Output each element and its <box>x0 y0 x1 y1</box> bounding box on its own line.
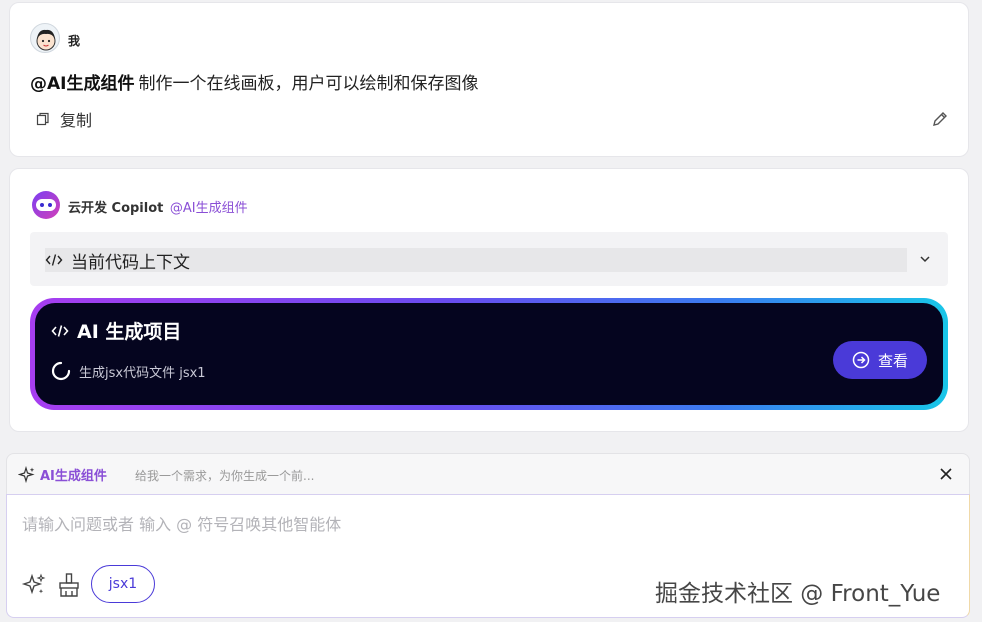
assistant-message-card: 云开发 Copilot @AI生成组件 当前代码上下文 AI 生成项目 生成js… <box>9 168 969 432</box>
assistant-name-label: 云开发 Copilot <box>68 201 164 216</box>
edit-icon[interactable] <box>930 109 950 129</box>
arrow-circle-right-icon <box>852 351 870 369</box>
chevron-down-icon[interactable] <box>918 252 932 266</box>
copy-label: 复制 <box>60 111 93 130</box>
copy-icon <box>36 112 49 126</box>
code-context-header: 当前代码上下文 <box>45 248 907 273</box>
project-title: AI 生成项目 <box>51 317 181 344</box>
project-title-label: AI 生成项目 <box>77 321 182 343</box>
agent-name-label: AI生成组件 <box>40 469 107 484</box>
code-icon <box>51 324 69 337</box>
user-name: 我 <box>68 34 81 48</box>
project-status-text: 生成jsx代码文件 jsx1 <box>79 365 206 381</box>
view-button[interactable]: 查看 <box>833 341 927 379</box>
ai-sparkle-icon[interactable] <box>21 572 47 598</box>
loading-spinner-icon <box>51 361 71 381</box>
assistant-name: 云开发 Copilot @AI生成组件 <box>68 197 248 216</box>
clear-broom-icon[interactable] <box>57 572 81 598</box>
agent-selector-bar: AI生成组件 给我一个需求，为你生成一个前... <box>6 453 970 495</box>
agent-description: 给我一个需求，为你生成一个前... <box>135 469 315 483</box>
code-context-panel[interactable]: 当前代码上下文 <box>30 232 948 286</box>
close-icon[interactable] <box>939 467 953 481</box>
generated-project-body: AI 生成项目 生成jsx代码文件 jsx1 查看 <box>35 303 943 405</box>
generated-project-card: AI 生成项目 生成jsx代码文件 jsx1 查看 <box>30 298 948 410</box>
prompt-text: 制作一个在线画板，用户可以绘制和保存图像 <box>138 74 479 94</box>
user-avatar <box>30 23 60 53</box>
agent-selector[interactable]: AI生成组件 <box>18 465 107 484</box>
copy-button[interactable]: 复制 <box>36 107 92 131</box>
user-message-card: 我 @AI生成组件 制作一个在线画板，用户可以绘制和保存图像 复制 <box>9 2 969 157</box>
copilot-logo-icon <box>32 191 60 219</box>
user-message-text: @AI生成组件 制作一个在线画板，用户可以绘制和保存图像 <box>30 69 478 94</box>
watermark: 掘金技术社区 @ Front_Yue <box>655 581 941 607</box>
sparkle-icon <box>18 465 35 483</box>
code-context-label: 当前代码上下文 <box>71 252 190 273</box>
view-button-label: 查看 <box>877 351 908 370</box>
message-input[interactable] <box>22 511 922 541</box>
code-icon <box>45 254 63 266</box>
file-chip[interactable]: jsx1 <box>91 565 155 603</box>
avatar-face-icon <box>36 29 56 51</box>
project-status: 生成jsx代码文件 jsx1 <box>51 361 206 381</box>
agent-mention: @AI生成组件 <box>30 74 135 94</box>
assistant-agent-tag: @AI生成组件 <box>169 201 248 216</box>
